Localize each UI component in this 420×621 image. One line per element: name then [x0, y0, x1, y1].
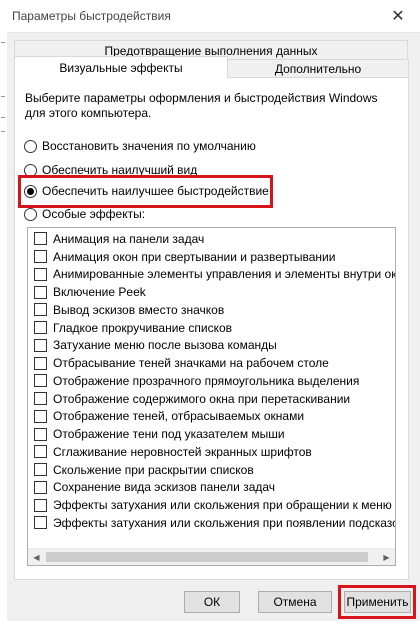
list-item-label: Сглаживание неровностей экранных шрифтов — [53, 444, 312, 459]
scrollbar-thumb[interactable] — [46, 552, 368, 562]
list-item[interactable]: Анимация на панели задач — [28, 230, 395, 248]
list-item[interactable]: Сохранение вида эскизов панели задач — [28, 479, 395, 497]
checkbox[interactable] — [34, 463, 47, 477]
list-item[interactable]: Отображение прозрачного прямоугольника в… — [28, 372, 395, 390]
scroll-left-arrow-icon[interactable]: ◀ — [28, 549, 45, 565]
ok-button[interactable]: ОК — [184, 591, 240, 613]
checkbox[interactable] — [34, 498, 47, 512]
list-item[interactable]: Сглаживание неровностей экранных шрифтов — [28, 443, 395, 461]
checkbox[interactable] — [34, 516, 47, 530]
checkbox[interactable] — [34, 392, 47, 406]
checkbox[interactable] — [34, 232, 47, 246]
list-item-label: Отображение теней, отбрасываемых окнами — [53, 409, 305, 424]
checkbox[interactable] — [34, 321, 47, 335]
list-item[interactable]: Затухание меню после вызова команды — [28, 337, 395, 355]
highlight-box-apply — [338, 585, 416, 619]
tab-visual-effects[interactable]: Визуальные эффекты — [14, 56, 228, 78]
horizontal-scrollbar[interactable]: ◀ ▶ — [28, 548, 395, 565]
panel-description: Выберите параметры оформления и быстроде… — [25, 91, 378, 120]
background-window-edge — [0, 32, 7, 621]
title-bar: Параметры быстродействия ✕ — [0, 0, 420, 32]
effects-checkbox-list[interactable]: Анимация на панели задач Анимация окон п… — [27, 227, 396, 566]
performance-options-window: Параметры быстродействия ✕ Предотвращени… — [0, 0, 420, 621]
highlight-box-best-performance — [18, 175, 273, 208]
close-icon[interactable]: ✕ — [376, 0, 420, 32]
list-item-label: Скольжение при раскрытии списков — [53, 462, 254, 477]
list-item-label: Включение Peek — [53, 285, 146, 300]
list-item-label: Эффекты затухания или скольжения при обр… — [53, 498, 392, 513]
radio-restore-defaults[interactable]: Восстановить значения по умолчанию — [24, 138, 256, 154]
list-item[interactable]: Отображение содержимого окна при перетас… — [28, 390, 395, 408]
radio-custom[interactable]: Особые эффекты: — [24, 206, 145, 222]
visual-effects-panel: Выберите параметры оформления и быстроде… — [14, 77, 409, 580]
list-item-label: Сохранение вида эскизов панели задач — [53, 480, 276, 495]
checkbox[interactable] — [34, 374, 47, 388]
list-item-label: Затухание меню после вызова команды — [53, 338, 277, 353]
checkbox[interactable] — [34, 250, 47, 264]
list-item[interactable]: Вывод эскизов вместо значков — [28, 301, 395, 319]
list-item[interactable]: Отображение теней, отбрасываемых окнами — [28, 408, 395, 426]
radio-label: Восстановить значения по умолчанию — [42, 139, 256, 153]
window-title: Параметры быстродействия — [12, 9, 171, 23]
list-item-label: Анимация на панели задач — [53, 231, 205, 246]
list-item-label: Отображение тени под указателем мыши — [53, 427, 285, 442]
checkbox[interactable] — [34, 285, 47, 299]
list-item[interactable]: Анимированные элементы управления и элем… — [28, 266, 396, 284]
checkbox[interactable] — [34, 267, 47, 281]
list-item-label: Отображение прозрачного прямоугольника в… — [53, 373, 360, 388]
list-item[interactable]: Эффекты затухания или скольжения при поя… — [28, 514, 396, 532]
list-item[interactable]: Эффекты затухания или скольжения при обр… — [28, 496, 395, 514]
list-item-label: Отображение содержимого окна при перетас… — [53, 391, 351, 406]
list-item[interactable]: Включение Peek — [28, 283, 395, 301]
list-item-label: Анимация окон при свертывании и разверты… — [53, 249, 336, 264]
list-item[interactable]: Гладкое прокручивание списков — [28, 319, 395, 337]
cancel-button[interactable]: Отмена — [258, 591, 332, 613]
titlebar-divider — [0, 32, 420, 33]
radio-label: Особые эффекты: — [42, 207, 146, 221]
tab-advanced[interactable]: Дополнительно — [227, 59, 409, 79]
radio-button-icon — [24, 139, 37, 153]
list-item-label: Вывод эскизов вместо значков — [53, 302, 225, 317]
list-item[interactable]: Отображение тени под указателем мыши — [28, 425, 395, 443]
checkbox[interactable] — [34, 480, 47, 494]
list-item-label: Эффекты затухания или скольжения при поя… — [53, 515, 396, 530]
checkbox[interactable] — [34, 427, 47, 441]
checkbox[interactable] — [34, 356, 47, 370]
list-item[interactable]: Скольжение при раскрытии списков — [28, 461, 395, 479]
checkbox[interactable] — [34, 409, 47, 423]
radio-button-icon — [24, 207, 37, 221]
list-item-label: Гладкое прокручивание списков — [53, 320, 233, 335]
list-item-label: Анимированные элементы управления и элем… — [53, 267, 396, 282]
checkbox[interactable] — [34, 445, 47, 459]
checkbox[interactable] — [34, 303, 47, 317]
checkbox[interactable] — [34, 338, 47, 352]
list-item-label: Отбрасывание теней значками на рабочем с… — [53, 356, 329, 371]
scroll-right-arrow-icon[interactable]: ▶ — [378, 549, 395, 565]
list-item[interactable]: Анимация окон при свертывании и разверты… — [28, 248, 395, 266]
list-item[interactable]: Отбрасывание теней значками на рабочем с… — [28, 354, 395, 372]
